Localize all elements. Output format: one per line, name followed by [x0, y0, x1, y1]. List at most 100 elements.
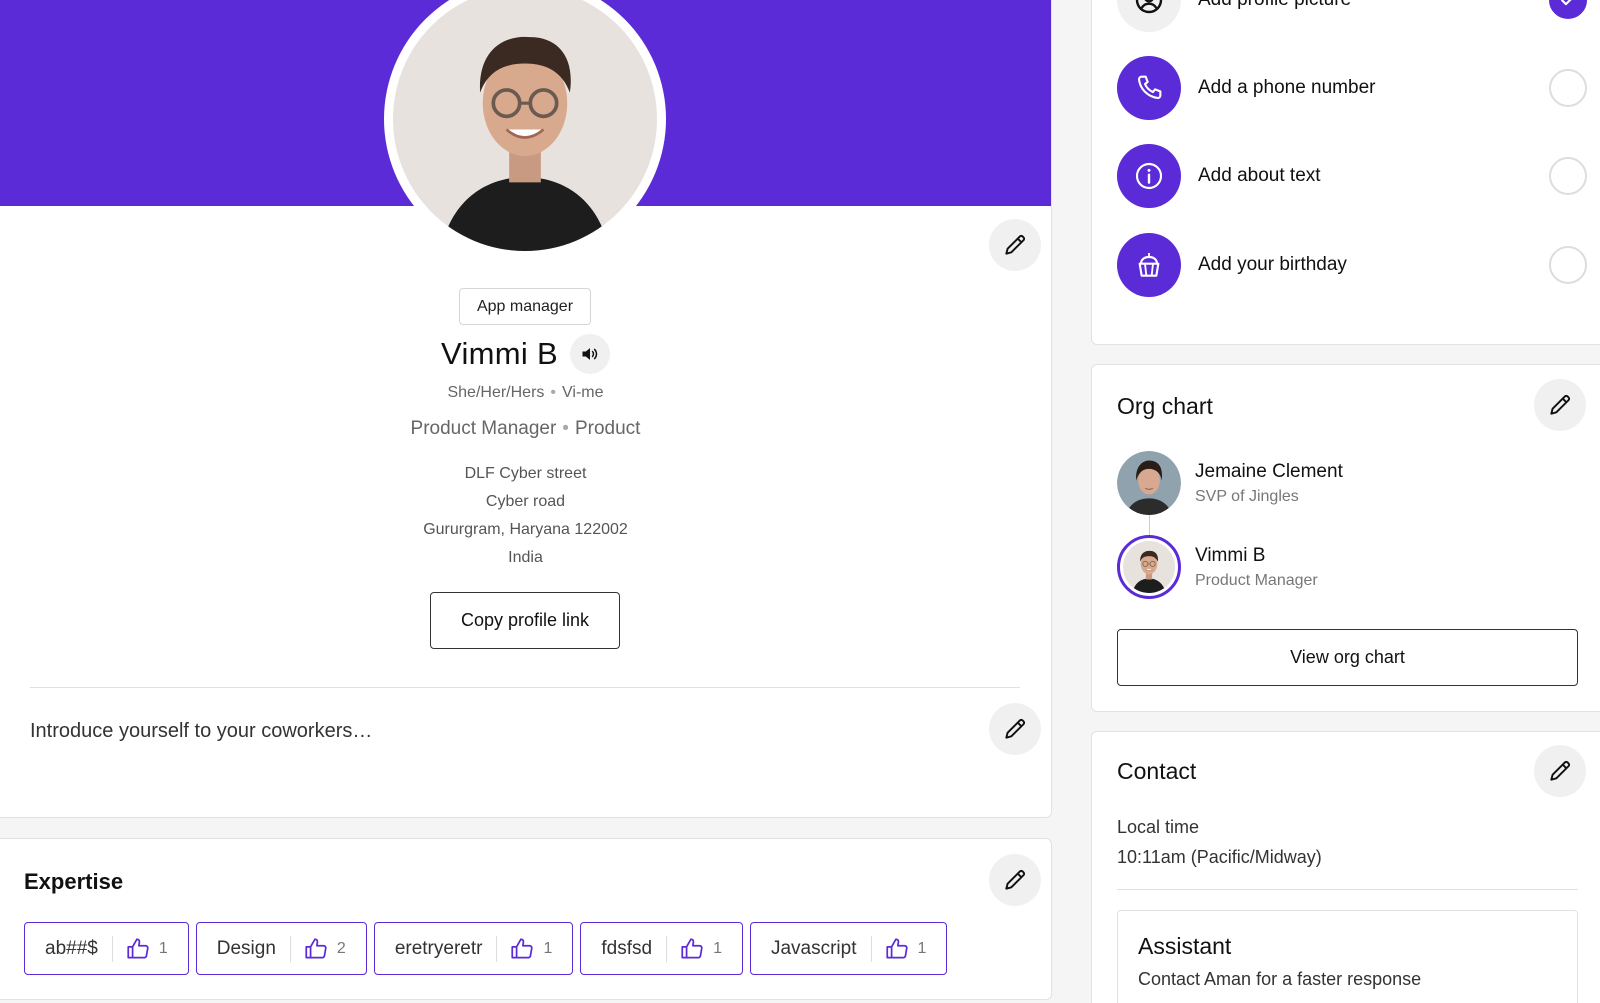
checklist-item[interactable]: Add about text	[1117, 144, 1587, 208]
edit-expertise-button[interactable]	[989, 854, 1041, 906]
address-block: DLF Cyber street Cyber road Gururgram, H…	[0, 460, 1051, 572]
edit-contact-button[interactable]	[1534, 745, 1586, 797]
like-count: 1	[543, 939, 553, 957]
pencil-icon	[1002, 867, 1028, 893]
profile-name: Vimmi B	[441, 336, 558, 371]
speaker-icon	[582, 348, 598, 360]
profile-picture-icon	[1117, 0, 1181, 32]
skill-chip[interactable]: fdsfsd 1	[580, 922, 743, 975]
self-avatar	[1117, 535, 1181, 599]
checkbox-unchecked[interactable]	[1549, 69, 1587, 107]
thumbs-up-icon[interactable]	[679, 936, 705, 962]
manager-entry[interactable]: Jemaine Clement SVP of Jingles	[1117, 451, 1343, 515]
checkbox-unchecked[interactable]	[1549, 157, 1587, 195]
thumbs-up-icon[interactable]	[509, 936, 535, 962]
pronunciation-button[interactable]	[569, 334, 610, 374]
edit-org-chart-button[interactable]	[1534, 379, 1586, 431]
self-role: Product Manager	[1195, 571, 1318, 589]
info-icon	[1117, 144, 1181, 208]
pencil-icon	[1547, 758, 1573, 784]
divider	[1117, 889, 1578, 890]
profile-avatar	[384, 0, 666, 260]
checkmark-icon	[1561, 0, 1572, 6]
contact-title: Contact	[1117, 758, 1197, 784]
dot-separator: •	[562, 418, 569, 439]
address-line2: Cyber road	[485, 493, 566, 510]
skill-name: Javascript	[770, 937, 857, 959]
like-count: 1	[917, 939, 927, 957]
address-city: Gururgram,	[423, 521, 505, 538]
skill-name: eretryeretr	[394, 937, 483, 959]
checklist-label: Add profile picture	[1198, 0, 1549, 11]
role-chip: App manager	[459, 288, 591, 325]
address-zip: 122002	[574, 521, 628, 538]
thumbs-up-icon[interactable]	[125, 936, 151, 962]
pencil-icon	[1547, 392, 1573, 418]
manager-role: SVP of Jingles	[1195, 487, 1299, 505]
skill-chip[interactable]: ab##$ 1	[24, 922, 189, 975]
checkbox-unchecked[interactable]	[1549, 246, 1587, 284]
chip-divider	[870, 935, 872, 962]
self-entry[interactable]: Vimmi B Product Manager	[1117, 535, 1318, 599]
local-time-value: 10:11am (Pacific/Midway)	[1117, 847, 1322, 867]
view-org-chart-button[interactable]: View org chart	[1117, 629, 1578, 686]
expertise-card: Expertise ab##$ 1 Design 2 eretryeretr 1…	[0, 838, 1052, 1000]
assistant-box: Assistant Contact Aman for a faster resp…	[1117, 910, 1578, 1003]
divider	[30, 687, 1020, 688]
edit-profile-button[interactable]	[989, 219, 1041, 271]
like-count: 1	[158, 939, 168, 957]
like-count: 2	[336, 939, 346, 957]
contact-card: Contact Local time 10:11am (Pacific/Midw…	[1091, 731, 1600, 1003]
pronunciation: Vi-me	[562, 384, 604, 401]
department: Product	[574, 418, 641, 439]
checkbox-checked[interactable]	[1549, 0, 1587, 19]
job-title-row: Product Manager • Product	[0, 418, 1051, 440]
org-chart-card: Org chart Jemaine Clement SVP of Jingles…	[1091, 364, 1600, 712]
pronouns-row: She/Her/Hers • Vi-me	[0, 384, 1051, 402]
address-state: Haryana	[509, 521, 570, 538]
address-city-line: Gururgram, Haryana 122002	[0, 516, 1051, 544]
address-line1: DLF Cyber street	[464, 465, 587, 482]
phone-icon	[1117, 56, 1181, 120]
chip-divider	[111, 935, 113, 962]
like-count: 1	[713, 939, 722, 957]
thumbs-up-icon[interactable]	[884, 936, 910, 962]
assistant-title: Assistant	[1138, 933, 1232, 959]
thumbs-up-icon[interactable]	[303, 936, 329, 962]
expertise-title: Expertise	[24, 869, 124, 894]
skill-name: fdsfsd	[601, 937, 653, 959]
self-name: Vimmi B	[1195, 544, 1266, 566]
org-chart-title: Org chart	[1117, 393, 1213, 419]
skill-name: ab##$	[45, 937, 98, 959]
manager-avatar	[1117, 451, 1181, 515]
profile-card: App manager Vimmi B She/Her/Hers • Vi-me P…	[0, 0, 1052, 818]
skill-chip[interactable]: eretryeretr 1	[373, 922, 574, 975]
name-row: Vimmi B	[0, 334, 1051, 374]
local-time-label: Local time	[1117, 817, 1200, 837]
cake-icon	[1117, 233, 1181, 297]
dot-separator: •	[550, 384, 557, 401]
skills-list: ab##$ 1 Design 2 eretryeretr 1 fdsfsd 1 …	[24, 922, 948, 975]
skill-chip[interactable]: Javascript 1	[749, 922, 948, 975]
address-country: India	[508, 549, 543, 566]
edit-intro-button[interactable]	[989, 703, 1041, 755]
checklist-label: Add a phone number	[1198, 77, 1376, 98]
skill-chip[interactable]: Design 2	[195, 922, 367, 975]
assistant-text: Contact Aman for a faster response	[1138, 969, 1422, 989]
org-connector	[1149, 515, 1150, 535]
checklist-label: Add your birthday	[1198, 254, 1347, 275]
pencil-icon	[1002, 232, 1028, 258]
profile-checklist-card: Add profile picture Add a phone number A…	[1091, 0, 1600, 345]
skill-name: Design	[216, 937, 276, 959]
copy-profile-link-button[interactable]: Copy profile link	[430, 592, 620, 649]
chip-divider	[496, 935, 498, 962]
chip-divider	[666, 935, 668, 962]
pronouns: She/Her/Hers	[447, 384, 545, 401]
pencil-icon	[1002, 716, 1028, 742]
checklist-item[interactable]: Add a phone number	[1117, 56, 1587, 120]
checklist-item[interactable]: Add your birthday	[1117, 233, 1587, 297]
chip-divider	[289, 935, 291, 962]
job-title: Product Manager	[410, 418, 557, 439]
intro-placeholder[interactable]: Introduce yourself to your coworkers…	[30, 720, 372, 743]
checklist-item[interactable]: Add profile picture	[1117, 0, 1587, 32]
